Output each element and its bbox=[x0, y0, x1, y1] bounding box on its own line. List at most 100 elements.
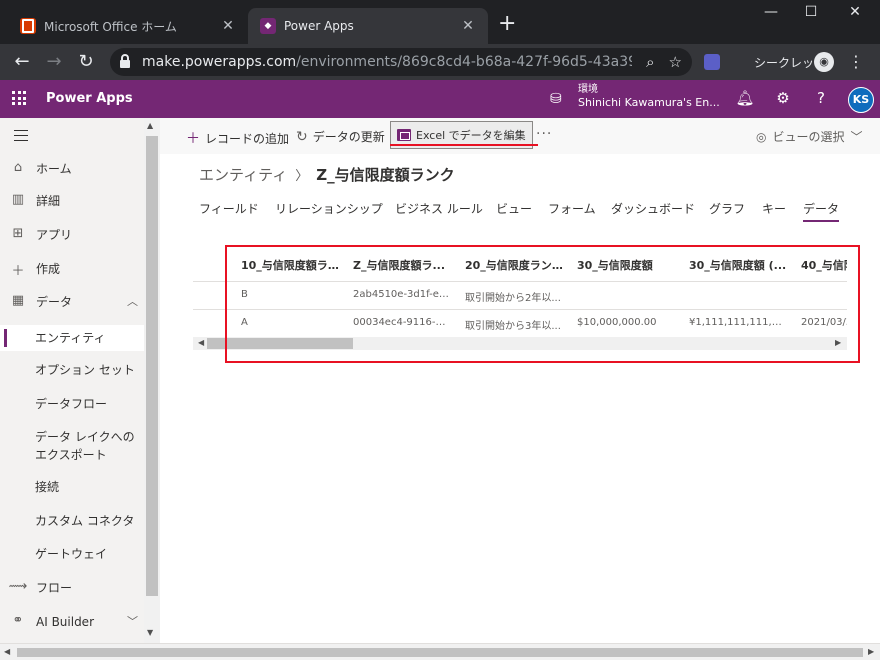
environment-name[interactable]: Shinichi Kawamura's En... bbox=[578, 96, 720, 110]
address-bar[interactable]: make.powerapps.com/environments/869c8cd4… bbox=[110, 48, 692, 76]
scroll-left-arrow-icon[interactable]: ◀ bbox=[198, 338, 204, 347]
tab-views[interactable]: ビュー bbox=[496, 200, 532, 217]
chevron-down-icon: ﹀ bbox=[850, 130, 863, 144]
nav-item-learn[interactable]: ▥ 詳細 bbox=[0, 192, 144, 210]
scroll-up-arrow-icon[interactable]: ▲ bbox=[147, 121, 153, 130]
nav-item-gateways[interactable]: ゲートウェイ bbox=[0, 545, 144, 563]
url-text: make.powerapps.com/environments/869c8cd4… bbox=[142, 54, 632, 70]
scrollbar-thumb[interactable] bbox=[146, 136, 158, 596]
grid-cell[interactable]: A bbox=[241, 317, 339, 328]
tab-title: Microsoft Office ホーム bbox=[44, 19, 177, 34]
tab-charts[interactable]: グラフ bbox=[709, 200, 745, 217]
nav-item-home[interactable]: ⌂ ホーム bbox=[0, 160, 144, 178]
breadcrumb-entities[interactable]: エンティティ bbox=[199, 164, 287, 185]
refresh-data-button[interactable]: ↻ データの更新 bbox=[296, 128, 385, 145]
tab-forms[interactable]: フォーム bbox=[548, 200, 596, 217]
browser-tabstrip: Microsoft Office ホーム ✕ ◆ Power Apps ✕ + … bbox=[0, 0, 880, 44]
back-icon[interactable]: ← bbox=[10, 50, 34, 74]
browser-tab-powerapps[interactable]: ◆ Power Apps ✕ bbox=[248, 8, 488, 44]
zoom-search-icon[interactable]: ⌕ bbox=[646, 53, 654, 71]
nav-item-create[interactable]: ＋ 作成 bbox=[0, 260, 144, 279]
scrollbar-thumb[interactable] bbox=[17, 648, 863, 657]
breadcrumb: エンティティ 〉 Z_与信限度額ランク bbox=[199, 164, 455, 185]
column-header[interactable]: 30_与信限度額 (... bbox=[689, 257, 787, 273]
scroll-right-arrow-icon[interactable]: ▶ bbox=[835, 338, 841, 347]
settings-gear-icon[interactable]: ⚙ bbox=[773, 89, 793, 107]
close-window-icon[interactable]: ✕ bbox=[840, 4, 870, 20]
nav-item-data[interactable]: ▦ データ ︿ bbox=[0, 293, 144, 311]
grid-horizontal-scrollbar[interactable]: ◀ ▶ bbox=[193, 337, 847, 350]
home-icon: ⌂ bbox=[13, 160, 23, 175]
grid-cell[interactable]: 2021/03/3 bbox=[801, 317, 847, 328]
nav-item-custom-connectors[interactable]: カスタム コネクタ bbox=[0, 512, 144, 530]
ai-builder-icon: ⚭ bbox=[12, 613, 24, 628]
scrollbar-thumb[interactable] bbox=[207, 338, 353, 349]
chevron-down-icon[interactable]: ﹀ bbox=[127, 613, 138, 629]
forward-icon[interactable]: → bbox=[42, 50, 66, 74]
scroll-left-arrow-icon[interactable]: ◀ bbox=[4, 647, 10, 656]
grid-cell[interactable]: 2ab4510e-3d1f-ea1... bbox=[353, 289, 451, 300]
nav-item-dataflows[interactable]: データフロー bbox=[0, 395, 144, 413]
tab-relationships[interactable]: リレーションシップ bbox=[275, 200, 383, 217]
page-horizontal-scrollbar[interactable]: ◀ ▶ bbox=[0, 643, 880, 660]
maximize-icon[interactable]: ☐ bbox=[796, 4, 826, 20]
column-header[interactable]: 30_与信限度額 bbox=[577, 257, 675, 273]
nav-scrollbar[interactable]: ▲ ▼ bbox=[144, 118, 160, 643]
avatar[interactable]: KS bbox=[848, 87, 874, 113]
app-launcher-icon[interactable] bbox=[12, 91, 26, 105]
environment-icon[interactable]: ⛁ bbox=[550, 91, 562, 107]
browser-menu-icon[interactable]: ⋮ bbox=[848, 52, 864, 71]
more-options-icon[interactable]: ··· bbox=[536, 126, 552, 142]
apps-icon: ⊞ bbox=[12, 226, 24, 241]
tab-keys[interactable]: キー bbox=[762, 200, 786, 217]
column-header[interactable]: Z_与信限度額ラ... bbox=[353, 257, 451, 273]
column-header[interactable]: 20_与信限度ラン... bbox=[465, 257, 563, 273]
incognito-icon[interactable]: ◉ bbox=[814, 52, 834, 72]
reload-icon[interactable]: ↻ bbox=[74, 50, 98, 74]
scroll-down-arrow-icon[interactable]: ▼ bbox=[147, 628, 153, 637]
view-selector[interactable]: ◎ ビューの選択 ﹀ bbox=[756, 128, 863, 145]
notification-bell-icon[interactable]: 🔔︎ bbox=[735, 89, 755, 107]
eye-icon: ◎ bbox=[756, 129, 767, 144]
extension-icon[interactable] bbox=[704, 54, 720, 70]
grid-cell[interactable]: 00034ec4-9116-ea1... bbox=[353, 317, 451, 328]
chevron-up-icon[interactable]: ︿ bbox=[127, 293, 138, 309]
add-record-button[interactable]: ＋ レコードの追加 bbox=[186, 128, 289, 148]
close-tab-icon[interactable]: ✕ bbox=[460, 18, 476, 34]
table-icon: ▦ bbox=[11, 293, 25, 308]
tab-business-rules[interactable]: ビジネス ルール bbox=[395, 200, 483, 217]
close-tab-icon[interactable]: ✕ bbox=[220, 18, 236, 34]
tab-fields[interactable]: フィールド bbox=[199, 200, 259, 217]
grid-cell[interactable]: 取引開始から2年以... bbox=[465, 289, 563, 304]
hamburger-menu-icon[interactable] bbox=[14, 130, 28, 145]
grid-cell[interactable]: 取引開始から3年以... bbox=[465, 317, 563, 332]
table-row[interactable]: B 2ab4510e-3d1f-ea1... 取引開始から2年以... bbox=[193, 282, 847, 310]
column-header[interactable]: 40_与信限 bbox=[801, 257, 847, 273]
nav-item-entities[interactable]: エンティティ bbox=[0, 325, 144, 351]
grid-cell[interactable]: B bbox=[241, 289, 339, 300]
nav-item-apps[interactable]: ⊞ アプリ bbox=[0, 226, 144, 244]
scroll-right-arrow-icon[interactable]: ▶ bbox=[868, 647, 874, 656]
nav-item-ai-builder[interactable]: ⚭ AI Builder ﹀ bbox=[0, 613, 144, 631]
minimize-icon[interactable]: — bbox=[756, 4, 786, 20]
new-tab-button[interactable]: + bbox=[498, 13, 516, 35]
excel-icon bbox=[397, 129, 411, 141]
browser-tab-office[interactable]: Microsoft Office ホーム ✕ bbox=[8, 8, 248, 44]
column-header[interactable]: 10_与信限度額ラ... bbox=[241, 257, 339, 273]
nav-item-flows[interactable]: ⟿ フロー bbox=[0, 579, 144, 597]
help-icon[interactable]: ? bbox=[811, 89, 831, 107]
lock-icon bbox=[120, 54, 130, 68]
nav-item-connections[interactable]: 接続 bbox=[0, 478, 144, 496]
tab-dashboards[interactable]: ダッシュボード bbox=[611, 200, 695, 217]
tab-data[interactable]: データ bbox=[803, 200, 840, 222]
grid-cell[interactable]: ¥1,111,111,111,111 bbox=[689, 317, 787, 328]
plus-icon: ＋ bbox=[11, 264, 25, 279]
bookmark-star-icon[interactable]: ☆ bbox=[669, 53, 682, 71]
nav-item-export-data-lake[interactable]: データ レイクへのエクスポート bbox=[0, 428, 150, 464]
browser-toolbar: ← → ↻ make.powerapps.com/environments/86… bbox=[0, 44, 880, 80]
office-icon bbox=[20, 18, 36, 34]
nav-item-option-sets[interactable]: オプション セット bbox=[0, 361, 144, 379]
app-name[interactable]: Power Apps bbox=[46, 91, 133, 106]
grid-cell[interactable]: $10,000,000.00 bbox=[577, 317, 675, 328]
table-row[interactable]: A 00034ec4-9116-ea1... 取引開始から3年以... $10,… bbox=[193, 310, 847, 338]
